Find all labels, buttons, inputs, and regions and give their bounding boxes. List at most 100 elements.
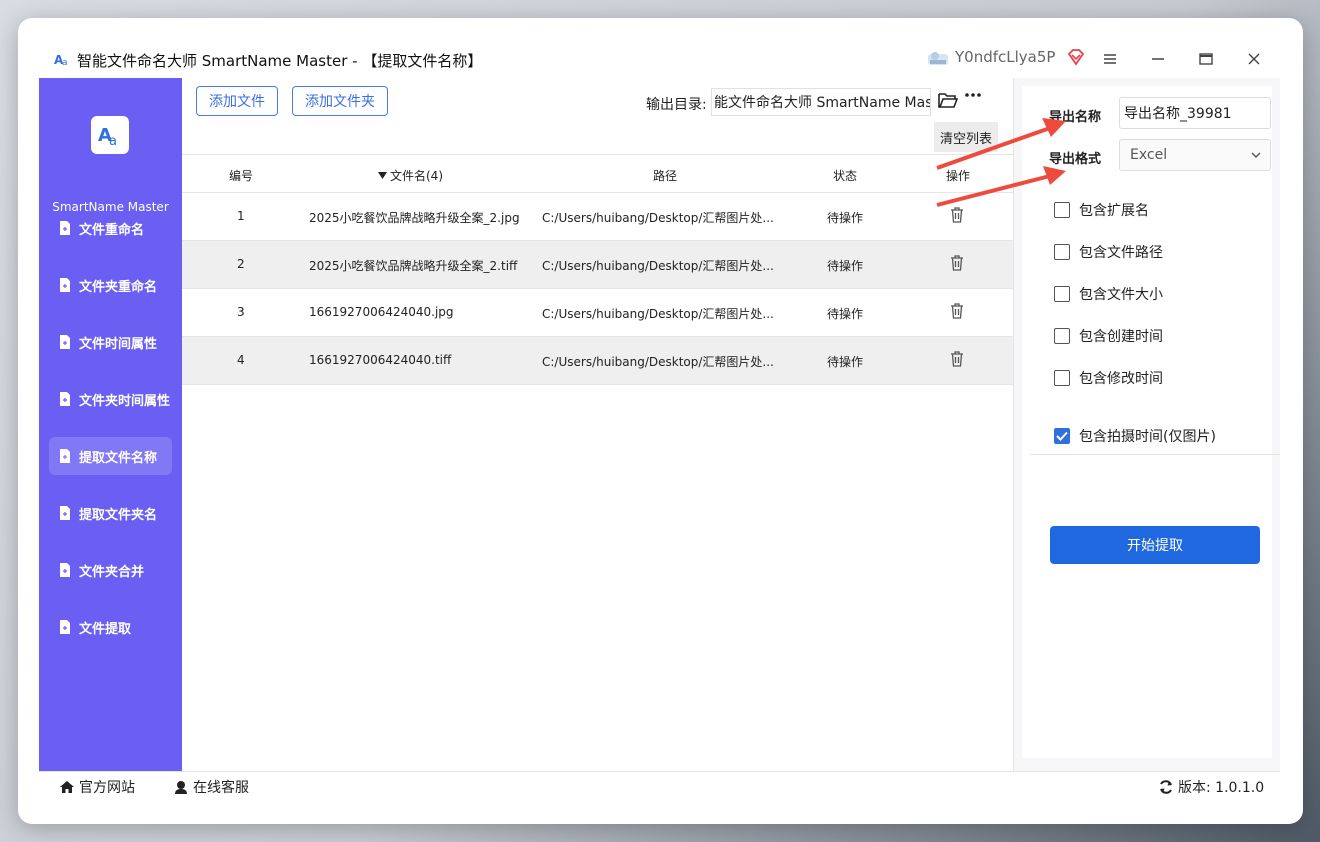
menu-icon[interactable] (1098, 47, 1122, 71)
checkbox[interactable] (1054, 202, 1070, 218)
checkbox[interactable] (1054, 244, 1070, 260)
main-panel: 添加文件 添加文件夹 输出目录: 能文件命名大师 SmartName Maste… (182, 78, 1013, 771)
trash-icon[interactable] (950, 351, 964, 367)
add-folder-button[interactable]: 添加文件夹 (292, 86, 388, 116)
document-icon (60, 563, 70, 577)
option-photo-time[interactable]: 包含拍摄时间(仅图片) (1054, 426, 1216, 446)
nav-extract-filename[interactable]: 提取文件名称 (49, 437, 172, 475)
cell-num: 3 (237, 305, 245, 319)
app-logo-icon: A a (54, 53, 68, 67)
refresh-icon (1160, 780, 1172, 794)
document-icon (60, 278, 70, 292)
header-status: 状态 (833, 169, 858, 183)
cell-num: 1 (237, 209, 245, 223)
trash-icon[interactable] (950, 303, 964, 319)
nav-extract-foldername[interactable]: 提取文件夹名 (49, 494, 172, 532)
export-settings-panel: 导出名称 导出名称_39981 导出格式 Excel 包含扩展名 包含文件路径 (1013, 78, 1280, 771)
option-label: 包含创建时间 (1079, 329, 1163, 345)
cell-path: C:/Users/huibang/Desktop/汇帮图片处... (542, 355, 774, 369)
table-row[interactable]: 4 1661927006424040.tiff C:/Users/huibang… (182, 337, 1013, 385)
user-name: Y0ndfcLlya5P (955, 48, 1056, 66)
online-service-link[interactable]: 在线客服 (173, 777, 249, 797)
service-label: 在线客服 (193, 780, 249, 796)
checkbox[interactable] (1054, 370, 1070, 386)
user-account[interactable]: Y0ndfcLlya5P (927, 48, 1085, 66)
version-info[interactable]: 版本: 1.0.1.0 (1158, 777, 1264, 797)
header-name[interactable]: 文件名(4) (378, 167, 443, 184)
cell-num: 2 (237, 257, 245, 271)
svg-text:a: a (62, 58, 68, 67)
nav-folder-merge[interactable]: 文件夹合并 (49, 551, 172, 589)
minimize-icon[interactable] (1146, 47, 1170, 71)
nav-label: 文件提取 (79, 621, 132, 637)
clear-list-button[interactable]: 清空列表 (934, 122, 998, 152)
table-row[interactable]: 1 2025小吃餐饮品牌战略升级全案_2.jpg C:/Users/huiban… (182, 193, 1013, 241)
nav-file-rename[interactable]: 文件重命名 (49, 209, 172, 247)
option-label: 包含修改时间 (1079, 371, 1163, 387)
cell-name: 1661927006424040.jpg (309, 305, 454, 319)
support-icon (175, 781, 187, 794)
folder-open-icon[interactable] (938, 91, 958, 109)
add-file-button[interactable]: 添加文件 (196, 86, 278, 116)
nav-file-extract[interactable]: 文件提取 (49, 608, 172, 646)
vip-diamond-icon[interactable] (1067, 48, 1085, 66)
cell-num: 4 (237, 353, 245, 367)
cell-path: C:/Users/huibang/Desktop/汇帮图片处... (542, 211, 774, 225)
document-icon (60, 221, 70, 235)
close-icon[interactable] (1242, 47, 1266, 71)
nav-folder-rename[interactable]: 文件夹重命名 (49, 266, 172, 304)
header-path: 路径 (653, 169, 678, 183)
export-name-label: 导出名称 (1049, 110, 1102, 125)
trash-icon[interactable] (950, 207, 964, 223)
option-modified[interactable]: 包含修改时间 (1054, 368, 1163, 388)
more-options-icon[interactable] (964, 86, 982, 109)
export-name-input[interactable]: 导出名称_39981 (1119, 97, 1271, 129)
export-format-select[interactable]: Excel (1119, 139, 1271, 171)
option-path[interactable]: 包含文件路径 (1054, 242, 1163, 262)
option-label: 包含文件路径 (1079, 245, 1163, 261)
checkbox[interactable] (1054, 328, 1070, 344)
nav-file-time[interactable]: 文件时间属性 (49, 323, 172, 361)
table-row[interactable]: 2 2025小吃餐饮品牌战略升级全案_2.tiff C:/Users/huiba… (182, 241, 1013, 289)
sort-down-icon (378, 172, 387, 179)
nav-label: 提取文件夹名 (79, 507, 158, 523)
cell-name: 2025小吃餐饮品牌战略升级全案_2.tiff (309, 259, 518, 273)
header-op: 操作 (946, 169, 971, 183)
option-label: 包含扩展名 (1079, 203, 1149, 219)
checkbox[interactable] (1054, 286, 1070, 302)
nav-folder-time[interactable]: 文件夹时间属性 (49, 380, 172, 418)
cell-status: 待操作 (827, 211, 864, 225)
header-num: 编号 (229, 169, 254, 183)
nav-label: 文件时间属性 (79, 336, 158, 352)
website-label: 官方网站 (79, 780, 135, 796)
home-icon (60, 781, 74, 793)
header-name-label: 文件名(4) (390, 169, 443, 183)
cell-status: 待操作 (827, 259, 864, 273)
trash-icon[interactable] (950, 255, 964, 271)
check-icon (1056, 431, 1068, 441)
table-row[interactable]: 3 1661927006424040.jpg C:/Users/huibang/… (182, 289, 1013, 337)
svg-text:a: a (109, 134, 117, 149)
option-size[interactable]: 包含文件大小 (1054, 284, 1163, 304)
brand-logo: A a (91, 116, 129, 154)
maximize-icon[interactable] (1194, 47, 1218, 71)
nav-label: 提取文件名称 (79, 450, 158, 466)
app-content: A a 智能文件命名大师 SmartName Master - 【提取文件名称】… (39, 41, 1280, 799)
cell-status: 待操作 (827, 355, 864, 369)
cell-path: C:/Users/huibang/Desktop/汇帮图片处... (542, 259, 774, 273)
nav-label: 文件夹合并 (79, 564, 145, 580)
start-extract-button[interactable]: 开始提取 (1050, 526, 1260, 564)
nav-label: 文件重命名 (79, 222, 145, 238)
export-format-label: 导出格式 (1049, 152, 1102, 167)
option-extension[interactable]: 包含扩展名 (1054, 200, 1149, 220)
document-icon (60, 392, 70, 406)
footer: 官方网站 在线客服 版本: 1.0.1.0 (39, 771, 1280, 799)
settings-card: 导出名称 导出名称_39981 导出格式 Excel 包含扩展名 包含文件路径 (1022, 86, 1280, 758)
option-created[interactable]: 包含创建时间 (1054, 326, 1163, 346)
checkbox-checked[interactable] (1054, 428, 1070, 444)
cell-path: C:/Users/huibang/Desktop/汇帮图片处... (542, 307, 774, 321)
window-title: 智能文件命名大师 SmartName Master - 【提取文件名称】 (77, 52, 483, 70)
file-table: 编号 文件名(4) 路径 状态 操作 1 2025小吃餐饮品牌战略升级全案_2.… (182, 154, 1013, 385)
official-website-link[interactable]: 官方网站 (59, 777, 135, 797)
output-dir-input[interactable]: 能文件命名大师 SmartName Master (711, 88, 931, 116)
